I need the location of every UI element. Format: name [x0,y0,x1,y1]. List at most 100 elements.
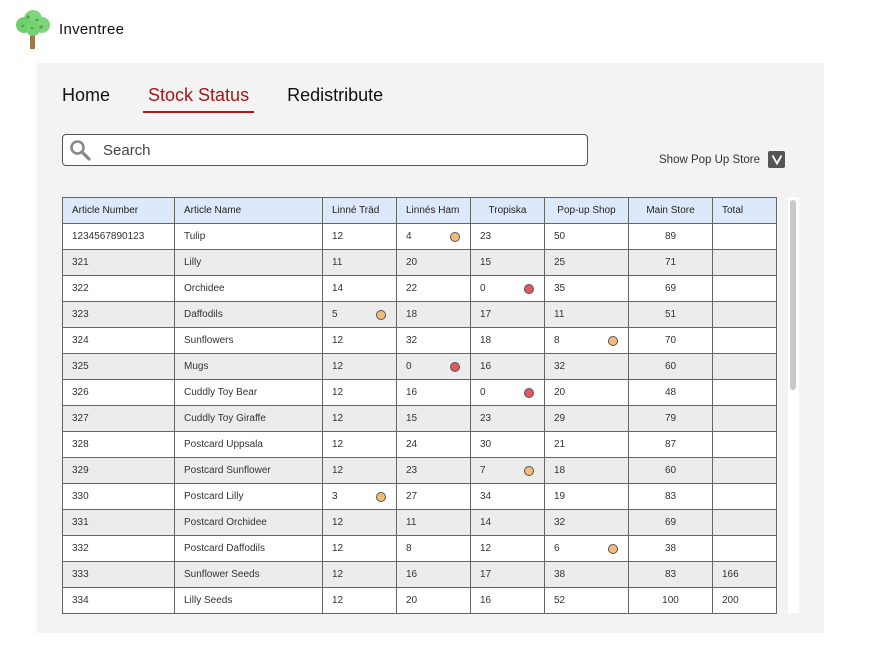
table-cell: 23 [470,223,545,250]
table-cell: 17 [470,301,545,328]
table-cell: 12 [470,535,545,562]
table-cell: 12 [322,509,397,536]
header-linnes-ham[interactable]: Linnés Ham [396,197,471,224]
status-dot-red-icon [524,284,534,294]
table-cell: 166 [712,561,777,588]
scroll-thumb[interactable] [790,200,796,390]
table-row[interactable]: 321 Lilly 11 20 15 25 71 [62,249,777,276]
cell-value: 23 [406,465,418,476]
table-cell: 35 [544,275,629,302]
header-article-number[interactable]: Article Number [62,197,175,224]
table-row[interactable]: 1234567890123 Tulip 12 4 23 50 89 [62,223,777,250]
popup-store-checkbox[interactable] [768,151,786,168]
table-cell: Sunflower Seeds [174,561,323,588]
table-row[interactable]: 331 Postcard Orchidee 12 11 14 32 69 [62,509,777,536]
cell-value: 18 [554,465,566,476]
cell-value: 0 [480,283,486,294]
cell-value: 329 [72,465,89,476]
cell-value: 50 [554,231,566,242]
table-row[interactable]: 322 Orchidee 14 22 0 35 69 [62,275,777,302]
table-cell: 14 [470,509,545,536]
cell-value: 32 [554,361,566,372]
table-cell: 69 [628,509,713,536]
table-cell: 52 [544,587,629,614]
status-dot-red-icon [450,362,460,372]
table-cell: Lilly Seeds [174,587,323,614]
table-cell: 89 [628,223,713,250]
table-cell: Lilly [174,249,323,276]
table-cell: 18 [396,301,471,328]
table-row[interactable]: 328 Postcard Uppsala 12 24 30 21 87 [62,431,777,458]
table-cell: 332 [62,535,175,562]
table-row[interactable]: 330 Postcard Lilly 3 27 34 19 83 [62,483,777,510]
cell-value: 200 [722,595,739,606]
cell-value: 83 [664,491,677,502]
nav-home[interactable]: Home [62,85,110,110]
table-cell: 333 [62,561,175,588]
table-cell: 69 [628,275,713,302]
table-cell: Postcard Daffodils [174,535,323,562]
cell-value: 0 [480,387,486,398]
table-cell: 328 [62,431,175,458]
table-body: 1234567890123 Tulip 12 4 23 50 89 321 Lilly 11 20 1… [62,223,777,614]
table-cell: 12 [322,431,397,458]
cell-value: Postcard Uppsala [184,439,263,450]
cell-value: 22 [406,283,418,294]
header-main-store[interactable]: Main Store [628,197,713,224]
table-row[interactable]: 323 Daffodils 5 18 17 11 51 [62,301,777,328]
table-row[interactable]: 333 Sunflower Seeds 12 16 17 38 83 166 [62,561,777,588]
table-row[interactable]: 327 Cuddly Toy Giraffe 12 15 23 29 79 [62,405,777,432]
cell-value: 12 [332,439,344,450]
table-cell: 50 [544,223,629,250]
table-row[interactable]: 332 Postcard Daffodils 12 8 12 6 38 [62,535,777,562]
cell-value: 60 [664,361,677,372]
cell-value: 16 [480,361,492,372]
cell-value: 51 [664,309,677,320]
cell-value: 89 [664,231,677,242]
table-cell: 15 [396,405,471,432]
table-row[interactable]: 334 Lilly Seeds 12 20 16 52 100 200 [62,587,777,614]
popup-store-label: Show Pop Up Store [659,153,761,166]
table-cell: 14 [322,275,397,302]
cell-value: 30 [480,439,492,450]
table-cell: 48 [628,379,713,406]
table-row[interactable]: 326 Cuddly Toy Bear 12 16 0 20 48 [62,379,777,406]
cell-value: 38 [664,543,677,554]
table-cell: Sunflowers [174,327,323,354]
header-popup-shop[interactable]: Pop-up Shop [544,197,629,224]
table-cell: 38 [628,535,713,562]
table-cell: 70 [628,327,713,354]
table-row[interactable]: 329 Postcard Sunflower 12 23 7 18 60 [62,457,777,484]
header-total[interactable]: Total [712,197,777,224]
table-cell: 8 [544,327,629,354]
cell-value: 1234567890123 [72,231,145,242]
nav-redistribute[interactable]: Redistribute [287,85,383,110]
table-row[interactable]: 324 Sunflowers 12 32 18 8 70 [62,327,777,354]
table-cell: 325 [62,353,175,380]
cell-value: 79 [664,413,677,424]
table-cell: 16 [470,353,545,380]
table-cell: 30 [470,431,545,458]
brand[interactable]: Inventree [14,8,124,50]
table-row[interactable]: 325 Mugs 12 0 16 32 60 [62,353,777,380]
table-cell: 331 [62,509,175,536]
cell-value: 35 [554,283,566,294]
header-tropiska[interactable]: Tropiska [470,197,545,224]
table-cell: 1234567890123 [62,223,175,250]
cell-value: 328 [72,439,89,450]
cell-value: 32 [406,335,418,346]
cell-value: 20 [406,595,418,606]
search-input[interactable] [103,141,543,159]
cell-value: 27 [406,491,418,502]
table-cell: Postcard Orchidee [174,509,323,536]
table-cell: 32 [544,509,629,536]
table-scrollbar[interactable] [788,197,799,613]
cell-value: Sunflower Seeds [184,569,260,580]
cell-value: 12 [332,387,344,398]
popup-store-toggle[interactable]: Show Pop Up Store [659,151,786,168]
header-article-name[interactable]: Article Name [174,197,323,224]
cell-value: 12 [332,361,344,372]
cell-value: 19 [554,491,566,502]
header-linne-trad[interactable]: Linné Träd [322,197,397,224]
nav-stock-status[interactable]: Stock Status [143,85,255,113]
